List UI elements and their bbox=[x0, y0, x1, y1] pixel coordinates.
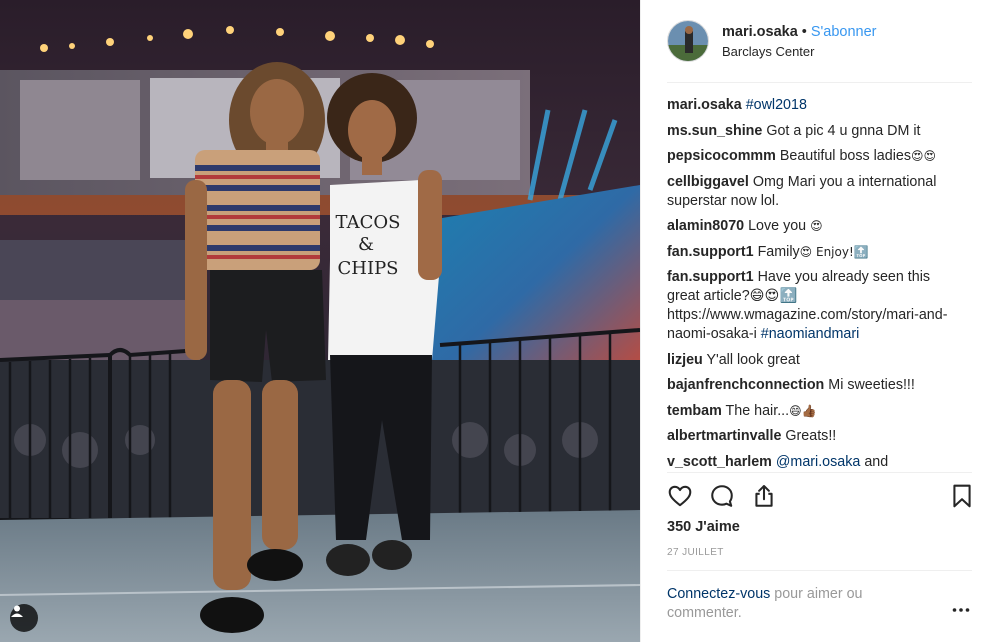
comment-item: cellbiggavel Omg Mari you a internationa… bbox=[667, 173, 959, 211]
comment-username[interactable]: albertmartinvalle bbox=[667, 428, 781, 444]
comment-bubble-icon bbox=[711, 485, 733, 507]
comment-hashtag[interactable]: #owl2018 bbox=[746, 97, 807, 113]
comment-text: and bbox=[864, 453, 889, 470]
comment-username[interactable]: v_scott_harlem bbox=[667, 454, 772, 470]
comment-text: Got a pic 4 u gnna DM it bbox=[766, 122, 921, 139]
avatar-image bbox=[668, 21, 708, 61]
comment-text: Mi sweeties!!! bbox=[828, 377, 915, 393]
comment-username[interactable]: fan.support1 bbox=[667, 269, 754, 285]
person-icon bbox=[11, 605, 23, 617]
likes-count[interactable]: 350 J'aime bbox=[667, 519, 740, 535]
comments-divider bbox=[667, 472, 972, 473]
bookmark-icon bbox=[953, 484, 971, 508]
comment-username[interactable]: cellbiggavel bbox=[667, 174, 749, 190]
comment-item: pepsicocommm Beautiful boss ladies😍😍 bbox=[667, 147, 959, 166]
post-header: mari.osaka • S'abonner Barclays Center bbox=[641, 0, 1000, 82]
comment-emoji: 😄👍🏾 bbox=[789, 403, 817, 418]
tagged-users-button[interactable] bbox=[10, 604, 38, 632]
comment-mention[interactable]: @mari.osaka bbox=[776, 454, 860, 470]
comment-item: albertmartinvalle Greats!! bbox=[667, 427, 959, 446]
post-date[interactable]: 27 JUILLET bbox=[667, 547, 724, 558]
heart-icon bbox=[668, 485, 692, 507]
shirt-text-line2: & bbox=[358, 234, 374, 255]
post-location[interactable]: Barclays Center bbox=[722, 44, 877, 59]
comment-item: fan.support1 Have you already seen this … bbox=[667, 268, 959, 344]
comments-list[interactable]: mari.osaka #owl2018 ms.sun_shine Got a p… bbox=[667, 96, 959, 472]
comment-hashtag[interactable]: #naomiandmari bbox=[761, 326, 860, 342]
comment-item: mari.osaka #owl2018 bbox=[667, 96, 959, 115]
more-options-button[interactable] bbox=[952, 600, 970, 618]
comment-username[interactable]: mari.osaka bbox=[667, 97, 742, 113]
comment-emoji: 😍😍 bbox=[910, 149, 937, 163]
header-divider bbox=[667, 82, 972, 83]
comment-username[interactable]: tembam bbox=[667, 403, 722, 419]
comment-username[interactable]: fan.support1 bbox=[667, 244, 754, 260]
share-icon bbox=[755, 485, 773, 507]
post-photo[interactable]: TACOS & CHIPS bbox=[0, 0, 640, 642]
post-sidebar: mari.osaka • S'abonner Barclays Center mar… bbox=[640, 0, 1000, 642]
comment-item: ms.sun_shine Got a pic 4 u gnna DM it bbox=[667, 122, 959, 141]
save-button[interactable] bbox=[949, 483, 977, 511]
comment-item: fan.support1 Family😍 Enjoy!🔝 bbox=[667, 243, 959, 262]
login-prompt: Connectez-vous pour aimer ou commenter. bbox=[667, 585, 917, 623]
comment-button[interactable] bbox=[709, 483, 737, 511]
share-button[interactable] bbox=[751, 483, 779, 511]
shirt-text-line3: CHIPS bbox=[337, 258, 398, 279]
follow-button[interactable]: S'abonner bbox=[811, 24, 877, 40]
action-bar bbox=[667, 483, 975, 511]
comment-text: Greats!! bbox=[785, 428, 837, 444]
comment-username[interactable]: bajanfrenchconnection bbox=[667, 377, 824, 393]
comment-username[interactable]: pepsicocommm bbox=[667, 148, 776, 164]
avatar[interactable] bbox=[667, 20, 709, 62]
comment-emoji: 😍 bbox=[810, 219, 823, 233]
post-author-username[interactable]: mari.osaka bbox=[722, 24, 798, 40]
comment-item: tembam The hair...😄👍🏾 bbox=[667, 402, 959, 421]
shirt-text-line1: TACOS bbox=[336, 212, 401, 233]
comment-username[interactable]: alamin8070 bbox=[667, 218, 744, 234]
comment-text: Y'all look great bbox=[706, 351, 800, 368]
comment-item: v_scott_harlem @mari.osaka and bbox=[667, 453, 959, 472]
comment-text: Beautiful boss ladies bbox=[779, 148, 911, 164]
login-link[interactable]: Connectez-vous bbox=[667, 586, 770, 602]
comment-text: Love you bbox=[748, 218, 807, 234]
comment-item: alamin8070 Love you 😍 bbox=[667, 217, 959, 236]
login-divider bbox=[667, 570, 972, 571]
comment-item: lizjeu Y'all look great bbox=[667, 351, 959, 370]
photo-illustration: TACOS & CHIPS bbox=[0, 0, 640, 642]
comment-username[interactable]: ms.sun_shine bbox=[667, 123, 762, 139]
comment-item: bajanfrenchconnection Mi sweeties!!! bbox=[667, 376, 959, 395]
comment-emoji: 😍 Enjoy!🔝 bbox=[799, 244, 869, 259]
comment-text: Family bbox=[757, 243, 800, 260]
comment-username[interactable]: lizjeu bbox=[667, 352, 703, 368]
more-options-icon bbox=[952, 608, 970, 612]
header-separator: • bbox=[801, 24, 807, 40]
like-button[interactable] bbox=[667, 483, 695, 511]
comment-text: The hair... bbox=[725, 402, 790, 419]
